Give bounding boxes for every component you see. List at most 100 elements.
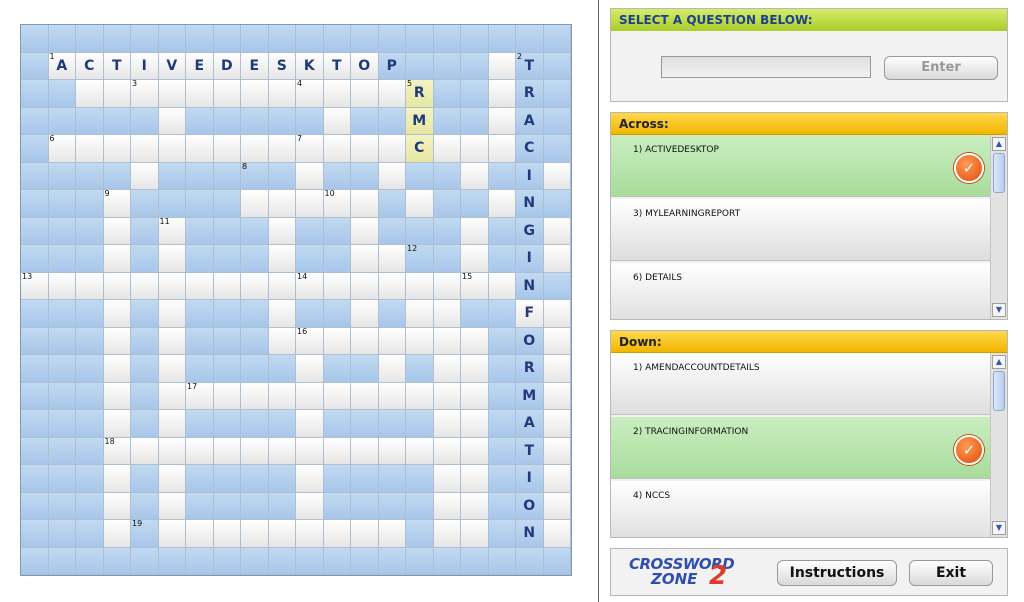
grid-cell-white[interactable] (543, 437, 571, 465)
scroll-down-icon[interactable]: ▼ (992, 521, 1006, 535)
grid-cell-white[interactable] (213, 520, 241, 548)
grid-cell-white[interactable]: C (406, 135, 434, 163)
grid-cell-white[interactable] (103, 300, 131, 328)
grid-cell-white[interactable] (351, 190, 379, 218)
across-scrollbar[interactable]: ▲ ▼ (990, 135, 1007, 319)
grid-cell-white[interactable] (103, 520, 131, 548)
scroll-up-icon[interactable]: ▲ (992, 355, 1006, 369)
grid-cell-white[interactable] (158, 245, 186, 273)
grid-cell-white[interactable] (406, 327, 434, 355)
grid-cell-white[interactable] (268, 437, 296, 465)
grid-cell-white[interactable]: T (103, 52, 131, 80)
grid-cell-white[interactable] (213, 437, 241, 465)
grid-cell-white[interactable] (351, 217, 379, 245)
grid-cell-white[interactable] (461, 410, 489, 438)
grid-cell-white[interactable] (461, 355, 489, 383)
grid-cell-white[interactable] (103, 135, 131, 163)
grid-cell-white[interactable] (433, 410, 461, 438)
grid-cell-white[interactable] (241, 135, 269, 163)
grid-cell-white[interactable] (103, 217, 131, 245)
grid-cell-white[interactable]: 6 (48, 134, 76, 163)
answer-input[interactable] (661, 56, 871, 78)
grid-cell-white[interactable] (406, 437, 434, 465)
grid-cell-white[interactable] (103, 355, 131, 383)
grid-cell-white[interactable] (213, 272, 241, 300)
grid-cell-white[interactable] (543, 327, 571, 355)
grid-cell-white[interactable]: O (351, 52, 379, 80)
grid-cell-white[interactable] (158, 107, 186, 135)
grid-cell-white[interactable] (543, 245, 571, 273)
grid-cell-white[interactable] (543, 520, 571, 548)
grid-cell-white[interactable]: I (131, 52, 159, 80)
instructions-button[interactable]: Instructions (777, 560, 897, 586)
grid-cell-white[interactable] (323, 520, 351, 548)
grid-cell-white[interactable] (351, 327, 379, 355)
grid-cell-white[interactable] (213, 382, 241, 410)
grid-cell-white[interactable] (351, 300, 379, 328)
grid-cell-white[interactable] (241, 437, 269, 465)
grid-cell-white[interactable] (351, 520, 379, 548)
grid-cell-white[interactable] (461, 437, 489, 465)
grid-cell-white[interactable] (186, 272, 214, 300)
grid-cell-white[interactable] (268, 300, 296, 328)
grid-cell-white[interactable] (543, 492, 571, 520)
grid-cell-white[interactable]: V (158, 52, 186, 80)
grid-cell-white[interactable] (433, 327, 461, 355)
grid-cell-white[interactable] (241, 520, 269, 548)
grid-cell-white[interactable] (296, 437, 324, 465)
grid-cell-white[interactable] (378, 327, 406, 355)
grid-cell-white[interactable] (406, 190, 434, 218)
grid-cell-white[interactable]: T (323, 52, 351, 80)
grid-cell-white[interactable] (461, 135, 489, 163)
grid-cell-white[interactable] (131, 437, 159, 465)
grid-cell-white[interactable] (296, 162, 324, 190)
scroll-up-icon[interactable]: ▲ (992, 137, 1006, 151)
grid-cell-white[interactable] (461, 162, 489, 190)
grid-cell-white[interactable] (323, 327, 351, 355)
grid-cell-white[interactable] (76, 135, 104, 163)
grid-cell-white[interactable] (433, 465, 461, 493)
scroll-thumb[interactable] (993, 153, 1005, 193)
grid-cell-white[interactable] (433, 492, 461, 520)
scroll-down-icon[interactable]: ▼ (992, 303, 1006, 317)
grid-cell-white[interactable] (323, 272, 351, 300)
grid-cell-white[interactable] (158, 492, 186, 520)
grid-cell-white[interactable] (433, 437, 461, 465)
grid-cell-white[interactable] (461, 465, 489, 493)
grid-cell-white[interactable] (131, 272, 159, 300)
grid-cell-white[interactable] (378, 437, 406, 465)
grid-cell-white[interactable] (268, 520, 296, 548)
grid-cell-white[interactable] (158, 355, 186, 383)
grid-cell-white[interactable] (351, 437, 379, 465)
grid-cell-white[interactable]: E (241, 52, 269, 80)
grid-cell-white[interactable] (103, 245, 131, 273)
grid-cell-white[interactable] (351, 245, 379, 273)
grid-cell-white[interactable]: 16 (296, 327, 324, 355)
grid-cell-white[interactable] (543, 355, 571, 383)
grid-cell-white[interactable] (103, 272, 131, 300)
grid-cell-white[interactable] (186, 135, 214, 163)
grid-cell-white[interactable] (433, 135, 461, 163)
grid-cell-white[interactable]: 14 (296, 272, 324, 300)
scroll-thumb[interactable] (993, 371, 1005, 411)
grid-cell-white[interactable] (406, 272, 434, 300)
grid-cell-white[interactable] (378, 520, 406, 548)
grid-cell-white[interactable]: E (186, 52, 214, 80)
grid-cell-white[interactable] (131, 162, 159, 190)
exit-button[interactable]: Exit (909, 560, 993, 586)
enter-button[interactable]: Enter (884, 56, 998, 80)
across-clue-item[interactable]: 1) ACTIVEDESKTOP ✓ (611, 135, 990, 197)
grid-cell-white[interactable]: K (296, 52, 324, 80)
grid-cell-white[interactable]: 3 (131, 79, 159, 108)
grid-cell-white[interactable] (241, 190, 269, 218)
grid-cell-white[interactable] (323, 107, 351, 135)
grid-cell-white[interactable]: 15 (461, 272, 489, 300)
grid-cell-white[interactable] (406, 300, 434, 328)
grid-cell-white[interactable] (488, 135, 516, 163)
grid-cell-white[interactable] (378, 245, 406, 273)
across-clue-item[interactable]: 3) MYLEARNINGREPORT (611, 199, 990, 261)
grid-cell-white[interactable] (461, 217, 489, 245)
grid-cell-white[interactable] (158, 135, 186, 163)
grid-cell-white[interactable] (488, 190, 516, 218)
grid-cell-white[interactable] (268, 80, 296, 108)
